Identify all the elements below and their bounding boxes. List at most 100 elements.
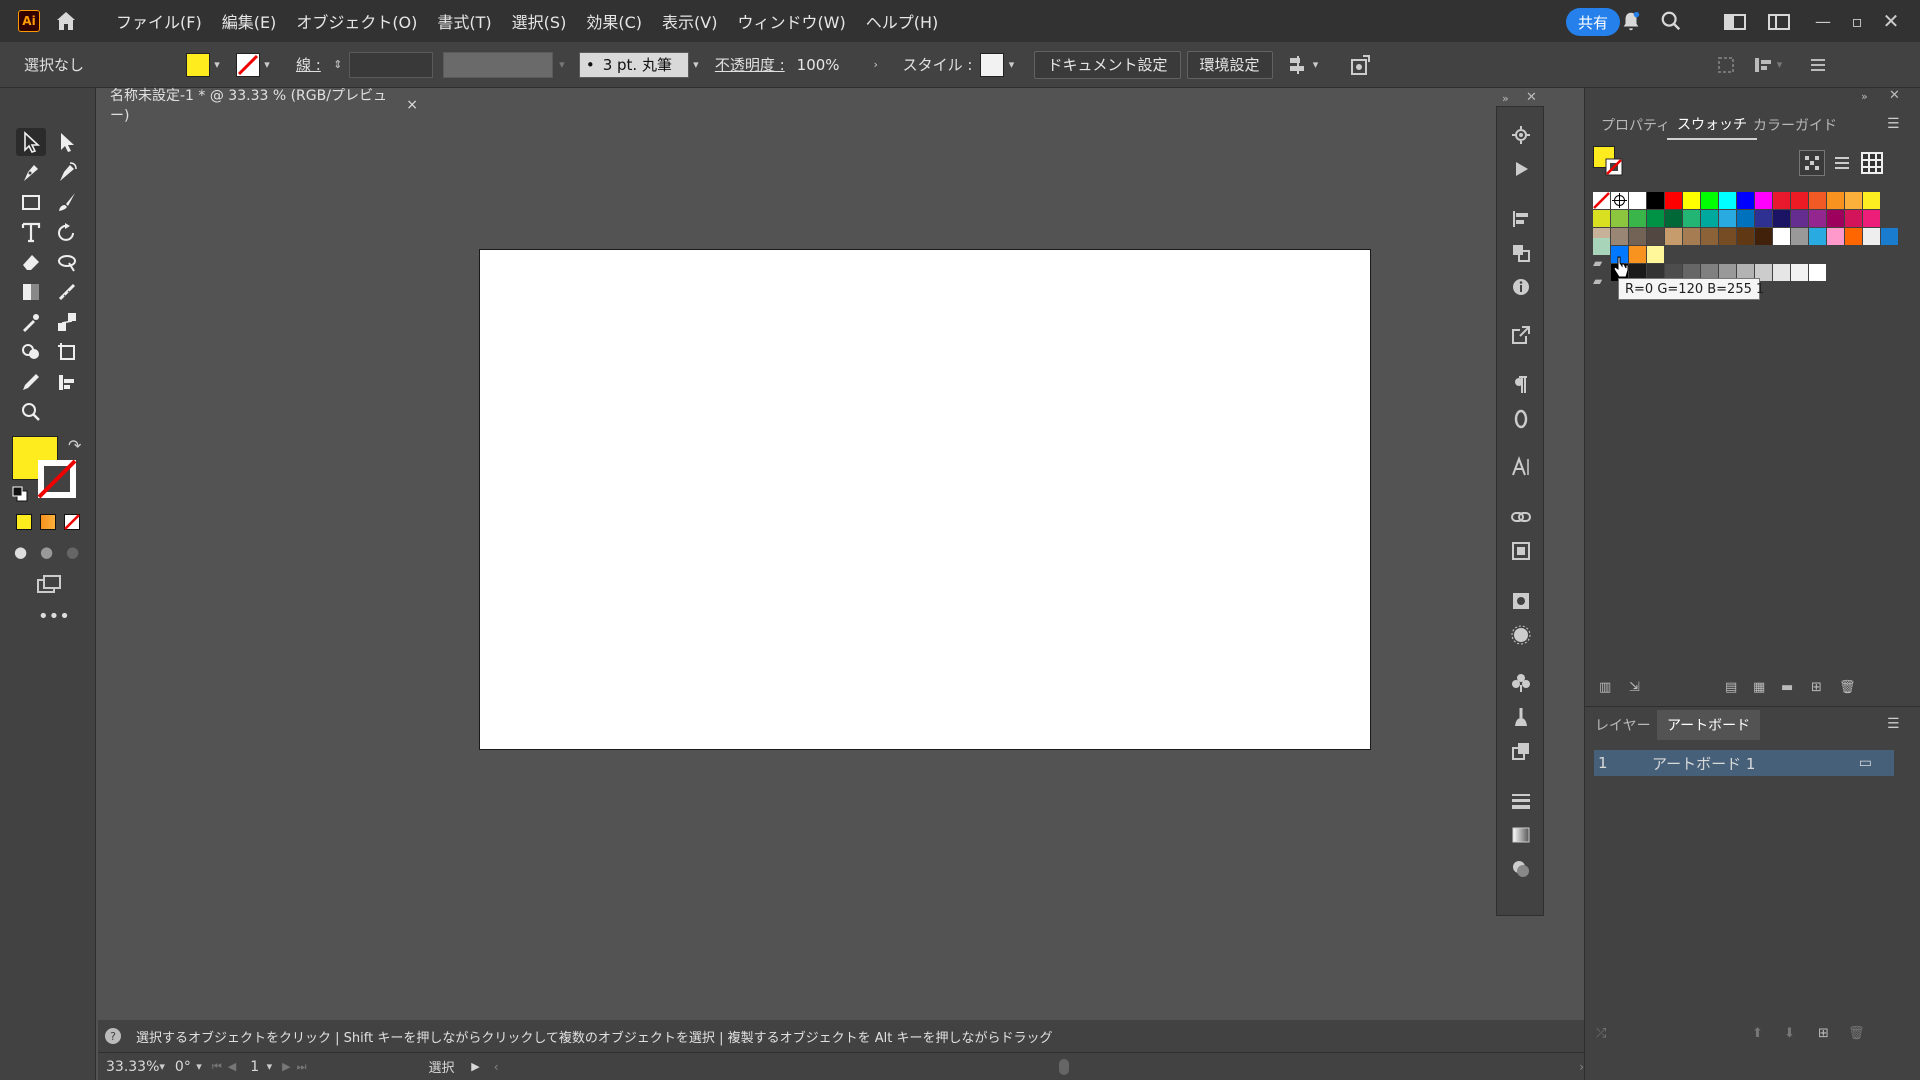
- strip-collapse-icon[interactable]: »: [1502, 92, 1509, 105]
- pencil-tool[interactable]: [16, 368, 46, 396]
- swatch-color[interactable]: [1683, 228, 1700, 245]
- brushes-icon[interactable]: [1507, 703, 1535, 731]
- transform-panel-icon[interactable]: [1507, 587, 1535, 615]
- swatch-options-icon[interactable]: ▦: [1753, 680, 1765, 695]
- swatch-color[interactable]: [1791, 210, 1808, 227]
- zoom-field[interactable]: 33.33%: [106, 1059, 159, 1075]
- arrange-icon[interactable]: [1753, 55, 1773, 75]
- swatch-color[interactable]: [1791, 192, 1808, 209]
- artboards-menu-icon[interactable]: ☰: [1887, 716, 1900, 732]
- share-button[interactable]: 共有: [1566, 8, 1620, 36]
- bell-icon[interactable]: [1620, 10, 1642, 32]
- stroke-color-swatch[interactable]: [236, 52, 260, 77]
- export-icon[interactable]: [1507, 321, 1535, 349]
- swatch-color[interactable]: [1665, 192, 1682, 209]
- default-fill-stroke-icon[interactable]: [12, 486, 28, 502]
- color-mode-button[interactable]: [16, 514, 32, 530]
- opacity-field[interactable]: 100%: [790, 51, 863, 78]
- swatch-color[interactable]: [1755, 192, 1772, 209]
- character-icon[interactable]: [1507, 453, 1535, 481]
- swatch-color[interactable]: [1881, 228, 1898, 245]
- status-menu-arrow-icon[interactable]: ▶: [471, 1060, 479, 1073]
- arrange-documents-icon[interactable]: [1768, 12, 1790, 32]
- profile-dropdown-icon[interactable]: ▾: [555, 58, 569, 72]
- artboard-list-row[interactable]: 1 アートボード 1 ▭: [1594, 750, 1894, 776]
- transform-icon[interactable]: [1717, 56, 1735, 74]
- swatch-color[interactable]: [1809, 228, 1826, 245]
- artboard-tool[interactable]: [52, 338, 82, 366]
- show-swatch-kinds-menu-icon[interactable]: ▤: [1725, 680, 1737, 695]
- menu-file[interactable]: ファイル(F): [106, 9, 212, 33]
- artboard-options-icon[interactable]: ▭: [1859, 755, 1872, 771]
- opacity-label[interactable]: 不透明度 :: [715, 54, 785, 75]
- swatch-color[interactable]: [1647, 210, 1664, 227]
- stroke-weight-stepper[interactable]: ⇕: [331, 58, 345, 72]
- stroke-weight-field[interactable]: [348, 51, 433, 78]
- panel-close-icon[interactable]: ✕: [1889, 88, 1900, 103]
- zoom-tool[interactable]: [16, 398, 46, 426]
- control-menu-icon[interactable]: [1809, 56, 1827, 74]
- swatch-color[interactable]: [1809, 192, 1826, 209]
- swatch-color[interactable]: [1845, 228, 1862, 245]
- curvature-tool[interactable]: [52, 158, 82, 186]
- first-artboard-icon[interactable]: ⏮: [212, 1060, 222, 1074]
- home-icon[interactable]: [54, 9, 78, 33]
- swatch-color[interactable]: [1593, 210, 1610, 227]
- swatch-color[interactable]: [1755, 210, 1772, 227]
- swatch-color[interactable]: [1809, 210, 1826, 227]
- move-down-icon[interactable]: ⬇: [1784, 1026, 1795, 1041]
- artboard-number-dropdown-icon[interactable]: ▾: [267, 1060, 273, 1074]
- swatch-color[interactable]: [1683, 210, 1700, 227]
- document-setup-button[interactable]: ドキュメント設定: [1034, 50, 1181, 79]
- swatch-color[interactable]: [1665, 228, 1682, 245]
- stroke-panel-icon[interactable]: [1507, 787, 1535, 815]
- swatch-color[interactable]: [1719, 228, 1736, 245]
- swatch-none[interactable]: [1593, 192, 1610, 209]
- draw-normal-icon[interactable]: ●: [14, 543, 27, 561]
- horizontal-scrollbar-thumb[interactable]: [1058, 1058, 1070, 1075]
- selection-tool[interactable]: [16, 128, 46, 156]
- swatch-stroke-indicator[interactable]: [1605, 158, 1623, 176]
- pen-tool[interactable]: [16, 158, 46, 186]
- menu-edit[interactable]: 編集(E): [212, 9, 287, 33]
- graphic-style-swatch[interactable]: [980, 52, 1005, 77]
- fill-color-swatch[interactable]: [186, 52, 210, 77]
- swatch-color[interactable]: [1719, 192, 1736, 209]
- align-options-icon[interactable]: [1287, 54, 1309, 76]
- swatch-color[interactable]: [1773, 192, 1790, 209]
- graphic-styles-icon[interactable]: [1507, 737, 1535, 765]
- type-tool[interactable]: [16, 218, 46, 246]
- swatch-color[interactable]: [1791, 228, 1808, 245]
- swatches-menu-icon[interactable]: ☰: [1887, 116, 1900, 132]
- swatch-color[interactable]: [1827, 228, 1844, 245]
- maximize-icon[interactable]: ▫: [1840, 0, 1874, 42]
- swatch-color[interactable]: [1611, 228, 1628, 245]
- rotation-field[interactable]: 0°: [175, 1059, 196, 1075]
- swatch-color[interactable]: [1683, 192, 1700, 209]
- menu-help[interactable]: ヘルプ(H): [856, 9, 949, 33]
- rotate-tool[interactable]: [52, 218, 82, 246]
- draw-behind-icon[interactable]: ●: [40, 543, 53, 561]
- image-trace-icon[interactable]: [1507, 537, 1535, 565]
- swatch-color[interactable]: [1719, 210, 1736, 227]
- new-artboard-icon[interactable]: ⊞: [1818, 1026, 1829, 1041]
- arrange-dropdown-icon[interactable]: ▾: [1773, 58, 1787, 72]
- swatch-folder-icon-2[interactable]: ▰: [1593, 274, 1602, 288]
- show-swatch-kinds-icon[interactable]: [1799, 150, 1825, 176]
- menu-view[interactable]: 表示(V): [652, 9, 727, 33]
- fill-dropdown-icon[interactable]: ▾: [210, 58, 224, 72]
- eyedropper-tool[interactable]: [16, 308, 46, 336]
- width-tool[interactable]: [52, 248, 82, 276]
- scroll-left-icon[interactable]: ‹: [494, 1060, 499, 1074]
- blend-tool[interactable]: [52, 308, 82, 336]
- menu-select[interactable]: 選択(S): [502, 9, 577, 33]
- style-dropdown-icon[interactable]: ▾: [1004, 58, 1018, 72]
- stroke-dropdown-icon[interactable]: ▾: [260, 58, 274, 72]
- swatch-gray[interactable]: [1809, 264, 1826, 281]
- last-artboard-icon[interactable]: ⏭: [297, 1060, 307, 1074]
- swatch-color[interactable]: [1737, 210, 1754, 227]
- swatch-color[interactable]: [1845, 192, 1862, 209]
- swatch-folder-icon[interactable]: ▰: [1593, 256, 1602, 270]
- document-tab[interactable]: 名称未設定-1 * @ 33.33 % (RGB/プレビュー) ×: [98, 88, 418, 124]
- rearrange-artboards-icon[interactable]: ⤮: [1596, 1026, 1606, 1041]
